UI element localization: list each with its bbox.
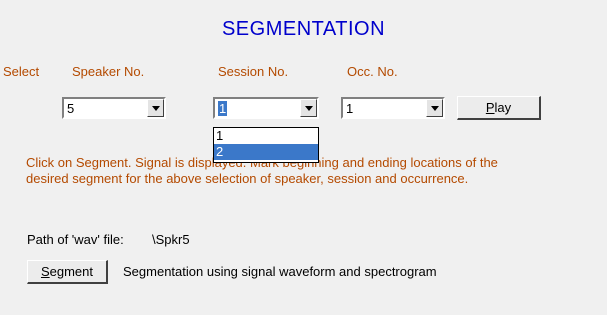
- session-label: Session No.: [218, 64, 289, 79]
- occurrence-select-value: 1: [346, 101, 354, 116]
- instruction-line-2: desired segment for the above selection …: [26, 171, 469, 186]
- wav-path-label: Path of 'wav' file:: [27, 232, 124, 247]
- select-label: Select: [3, 64, 40, 79]
- occurrence-label: Occ. No.: [347, 64, 398, 79]
- session-option[interactable]: 1: [214, 128, 318, 144]
- session-select[interactable]: 1: [213, 97, 319, 119]
- speaker-select-value: 5: [67, 101, 75, 116]
- session-select-value: 1: [218, 101, 228, 116]
- segment-button[interactable]: Segment: [27, 260, 108, 284]
- session-dropdown-list[interactable]: 1 2: [213, 127, 319, 163]
- segment-description: Segmentation using signal waveform and s…: [123, 264, 437, 279]
- chevron-down-icon[interactable]: [147, 99, 164, 117]
- chevron-down-icon[interactable]: [426, 99, 443, 117]
- play-button-label: lay: [494, 100, 512, 115]
- session-option-highlighted[interactable]: 2: [214, 144, 318, 160]
- page-title: SEGMENTATION: [221, 18, 386, 40]
- speaker-label: Speaker No.: [72, 64, 145, 79]
- play-button[interactable]: Play: [457, 96, 541, 120]
- wav-path-value: \Spkr5: [152, 232, 190, 247]
- occurrence-select[interactable]: 1: [341, 97, 445, 119]
- play-button-mnemonic: P: [485, 100, 495, 115]
- segment-button-mnemonic: S: [40, 264, 50, 279]
- segment-button-label: egment: [49, 264, 94, 279]
- speaker-select[interactable]: 5: [62, 97, 166, 119]
- chevron-down-icon[interactable]: [300, 99, 317, 117]
